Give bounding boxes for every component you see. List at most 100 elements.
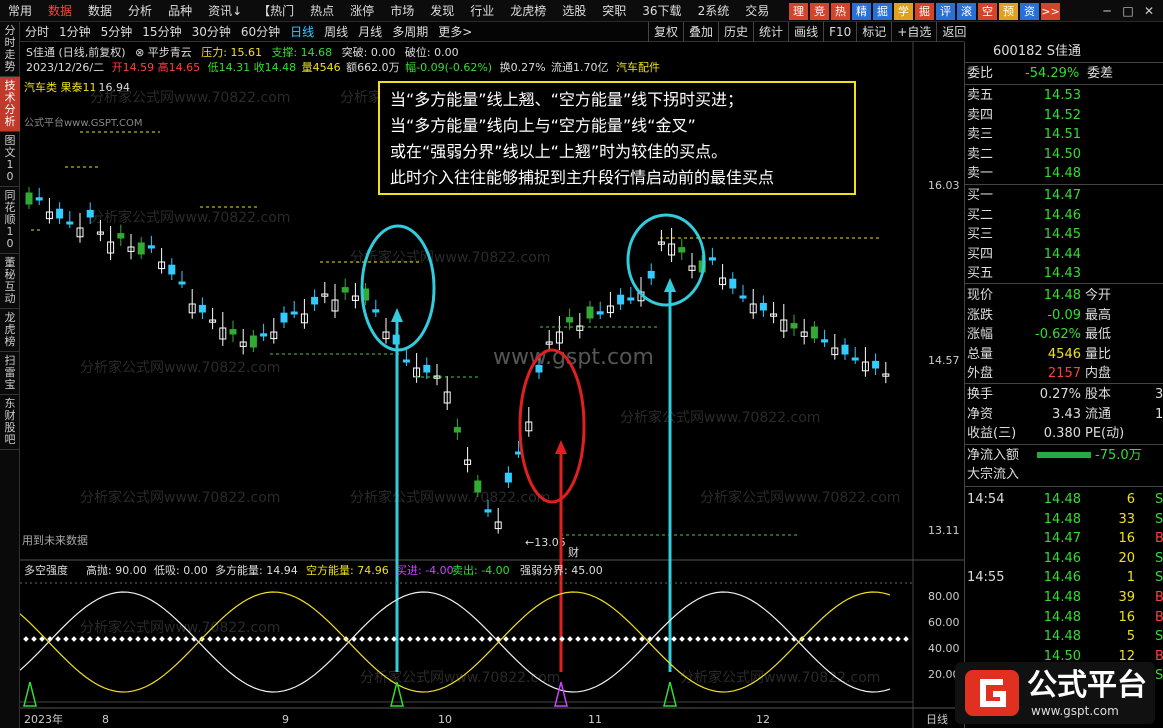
toolbar-button[interactable]: 叠加 <box>683 22 718 42</box>
strength-boundary-dot <box>287 636 293 642</box>
quick-badge[interactable]: >> <box>1041 3 1060 20</box>
quick-badge[interactable]: 预 <box>999 3 1018 20</box>
period-tab[interactable]: 15分钟 <box>137 22 186 42</box>
quick-badge[interactable]: 掘 <box>915 3 934 20</box>
toolbar-button[interactable]: F10 <box>823 22 856 42</box>
close-icon[interactable]: ✕ <box>1140 2 1158 20</box>
menu-item[interactable]: 市场 <box>382 0 422 22</box>
period-tab[interactable]: 1分钟 <box>54 22 96 42</box>
quick-badge[interactable]: 滚 <box>957 3 976 20</box>
sidebar-tab[interactable]: 扫雷宝 <box>0 352 20 395</box>
period-tab[interactable]: 30分钟 <box>187 22 236 42</box>
quick-badge[interactable]: 掘 <box>873 3 892 20</box>
menu-item[interactable]: 涨停 <box>342 0 382 22</box>
strength-boundary-dot <box>367 636 373 642</box>
quick-badge[interactable]: 空 <box>978 3 997 20</box>
candle-body <box>851 357 859 361</box>
signal-arrow-head <box>391 308 403 322</box>
tick-side: B <box>1155 648 1163 664</box>
sell-level: 卖一 14.48 <box>965 164 1163 183</box>
toolbar-button[interactable]: 标记 <box>856 22 891 42</box>
candle-body <box>290 311 298 315</box>
sidebar-tab[interactable]: 董秘互动 <box>0 254 20 309</box>
strength-boundary-dot <box>119 636 125 642</box>
period-tab[interactable]: 周线 <box>319 22 353 42</box>
menu-item[interactable]: 资讯↓ <box>200 0 250 22</box>
menu-item[interactable]: 分析 <box>120 0 160 22</box>
watermark-text: 分析家公式网www.70822.com <box>700 489 900 506</box>
strength-boundary-dot <box>431 636 437 642</box>
toolbar-button[interactable]: +自选 <box>891 22 936 42</box>
menu-item[interactable]: 2系统 <box>690 0 738 22</box>
sidebar-tab[interactable]: 龙虎榜 <box>0 309 20 352</box>
strength-boundary-dot <box>471 636 477 642</box>
quick-badge[interactable]: 评 <box>936 3 955 20</box>
quick-badge[interactable]: 学 <box>894 3 913 20</box>
quote-cell: 流通 <box>1085 406 1112 422</box>
tick-volume: 5 <box>1126 629 1135 645</box>
quote-cell: 14.52 <box>1043 107 1081 123</box>
period-tab[interactable]: 月线 <box>353 22 387 42</box>
menu-item[interactable]: 突职 <box>594 0 634 22</box>
strength-boundary-dot <box>71 636 77 642</box>
period-tab[interactable]: 更多> <box>433 22 477 42</box>
sidebar-tab[interactable]: 东财股吧 <box>0 395 20 450</box>
quick-badge[interactable]: 理 <box>789 3 808 20</box>
menu-item[interactable]: 【热门 <box>250 0 302 22</box>
quick-badge[interactable]: 精 <box>852 3 871 20</box>
quote-cell: 净流入额 <box>967 448 1020 463</box>
period-tab[interactable]: 5分钟 <box>96 22 138 42</box>
quote-panel: 600182 S佳通 委比 -54.29% 委差 卖五 14.53 卖四 14.52 卖三 14.… <box>964 42 1163 728</box>
sidebar-tab[interactable]: 分时走势 <box>0 22 20 77</box>
minimize-icon[interactable]: ─ <box>1098 2 1116 20</box>
sidebar-tab[interactable]: 技术分析 <box>0 77 20 132</box>
watermark-text: 分析家公式网www.70822.com <box>90 89 290 106</box>
period-tab[interactable]: 60分钟 <box>236 22 285 42</box>
net-inflow-bar <box>1037 452 1091 458</box>
menu-item[interactable]: 交易 <box>737 0 777 22</box>
menu-item[interactable]: 龙虎榜 <box>502 0 554 22</box>
strength-boundary-dot <box>783 636 789 642</box>
menu-item[interactable]: 发现 <box>422 0 462 22</box>
candle-body <box>821 339 829 343</box>
menu-item[interactable]: 数据 <box>40 0 80 22</box>
sidebar-tab[interactable]: 图文10 <box>0 132 20 187</box>
toolbar-button[interactable]: 统计 <box>753 22 788 42</box>
tick-side: S <box>1155 511 1163 527</box>
strength-boundary-dot <box>207 636 213 642</box>
sidebar-tab[interactable]: 同花顺10 <box>0 187 20 254</box>
strength-boundary-dot <box>143 636 149 642</box>
menu-item[interactable]: 36下载 <box>634 0 689 22</box>
quote-cell: 买一 <box>967 188 994 203</box>
strength-boundary-dot <box>855 636 861 642</box>
tick-side: S <box>1155 492 1163 507</box>
toolbar-button[interactable]: 返回 <box>936 22 971 42</box>
period-tab[interactable]: 分时 <box>20 22 54 42</box>
menu-item[interactable]: 行业 <box>462 0 502 22</box>
quote-cell: 内盘 <box>1085 366 1112 381</box>
toolbar-button[interactable]: 历史 <box>718 22 753 42</box>
candle-body <box>260 333 268 337</box>
strength-boundary-dot <box>839 636 845 642</box>
toolbar-button[interactable]: 复权 <box>648 22 683 42</box>
quote-cell: 今开 <box>1085 288 1112 303</box>
quick-badge[interactable]: 热 <box>831 3 850 20</box>
quick-badge[interactable]: 竞 <box>810 3 829 20</box>
menu-item[interactable]: 常用 <box>0 0 40 22</box>
candle-body <box>678 247 686 253</box>
menu-item[interactable]: 数据 <box>80 0 120 22</box>
maximize-icon[interactable]: □ <box>1119 2 1137 20</box>
period-tab[interactable]: 日线 <box>285 22 319 42</box>
date-tick-label: 8 <box>102 713 109 726</box>
strength-boundary-dot <box>895 636 901 642</box>
period-tab[interactable]: 多周期 <box>387 22 433 42</box>
price-tick-label: 14.57 <box>928 354 960 367</box>
toolbar-button[interactable]: 画线 <box>788 22 823 42</box>
quote-cell: 卖一 <box>967 166 994 181</box>
menu-item[interactable]: 热点 <box>302 0 342 22</box>
callout-line: 当“多方能量”线上翘、“空方能量”线下拐时买进； <box>390 90 744 109</box>
menu-item[interactable]: 品种 <box>160 0 200 22</box>
menu-item[interactable]: 选股 <box>554 0 594 22</box>
quick-badge[interactable]: 资 <box>1020 3 1039 20</box>
tick-volume: 20 <box>1118 550 1135 566</box>
